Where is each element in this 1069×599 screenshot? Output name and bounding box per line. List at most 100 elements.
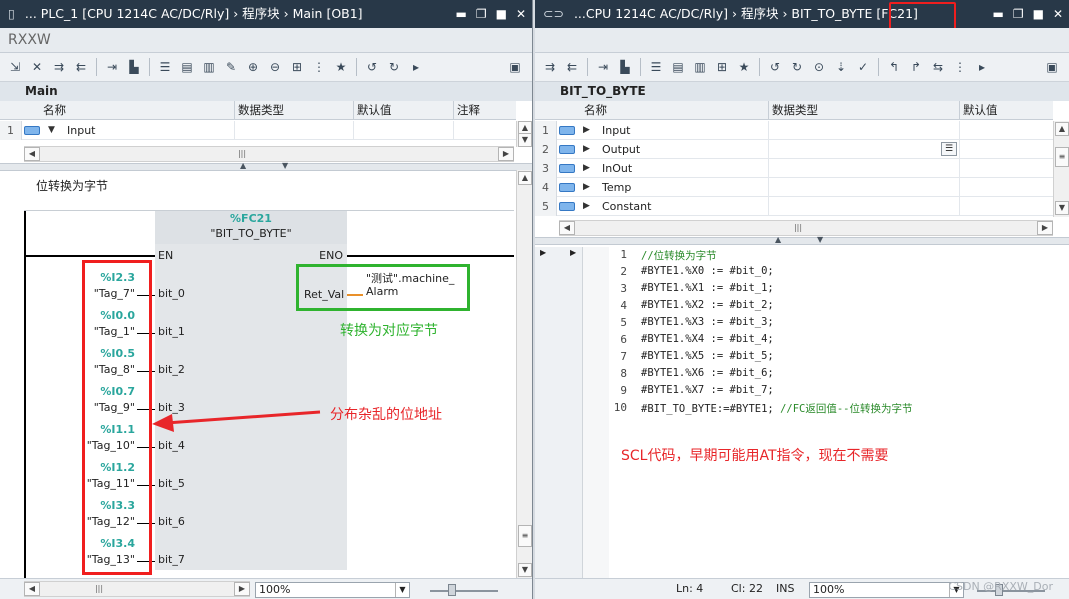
code-line[interactable]: #BYTE1.%X1 := #bit_1; (641, 282, 774, 294)
bookmark-prev-icon[interactable]: ↰ (885, 58, 903, 76)
maximize-icon[interactable]: ■ (1033, 0, 1044, 28)
expand-arrow-icon[interactable]: ▶ (583, 178, 590, 197)
left-tab-label[interactable]: RXXW (0, 28, 532, 53)
code-breakpoint-gutter[interactable] (583, 247, 609, 578)
left-zoom-select[interactable]: 100% ▼ (255, 582, 410, 598)
list-icon[interactable]: ☰ (156, 58, 174, 76)
right-interface-row[interactable]: 2 ▶ Output ☰ (535, 140, 1053, 159)
maximize-icon[interactable]: ■ (496, 0, 507, 28)
expand-arrow-icon[interactable]: ▶ (583, 197, 590, 216)
right-zoom-select[interactable]: 100% ▼ (809, 582, 964, 598)
code-line[interactable]: #BYTE1.%X6 := #bit_6; (641, 367, 774, 379)
close-icon[interactable]: ✕ (1053, 0, 1063, 28)
download-icon[interactable]: ⇥ (594, 58, 612, 76)
grid-icon[interactable]: ▥ (200, 58, 218, 76)
scroll-right-icon[interactable]: ▶ (234, 582, 250, 596)
monitor-off-icon[interactable]: ↻ (385, 58, 403, 76)
right-splitter[interactable]: ▲ ▼ (535, 235, 1069, 245)
compile-icon[interactable]: ⊞ (713, 58, 731, 76)
right-interface-vscroll[interactable]: ▲ ≡ ▼ (1053, 121, 1069, 217)
restore-icon[interactable]: ❐ (476, 0, 487, 28)
monitor-on-icon[interactable]: ↺ (363, 58, 381, 76)
right-interface-row[interactable]: 3 ▶ InOut (535, 159, 1053, 178)
download-icon[interactable]: ⇥ (103, 58, 121, 76)
scroll-down-icon[interactable]: ▼ (518, 133, 532, 147)
outdent-icon[interactable]: ⇇ (72, 58, 90, 76)
left-interface-row[interactable]: 1 ▼ Input (0, 121, 516, 140)
zoom-in-icon[interactable]: ⊕ (244, 58, 262, 76)
scroll-thumb[interactable]: ≡ (518, 525, 532, 547)
right-interface-row[interactable]: 4 ▶ Temp (535, 178, 1053, 197)
zoom-out-icon[interactable]: ⊖ (266, 58, 284, 76)
network-delete-icon[interactable]: ✕ (28, 58, 46, 76)
expand-arrow-icon[interactable]: ▶ (583, 159, 590, 178)
datatype-picker-icon[interactable]: ☰ (941, 142, 957, 156)
scl-code-editor[interactable]: ▶ ▶ 1 //位转换为字节 2 #BYTE1.%X0 := #bit_0; 3… (535, 247, 1069, 578)
scroll-left-icon[interactable]: ◀ (559, 221, 575, 235)
save-layout-icon[interactable]: ▣ (506, 58, 524, 76)
code-line[interactable]: //位转换为字节 (641, 248, 717, 263)
splitter-down-icon[interactable]: ▼ (817, 235, 823, 244)
left-zoom-slider[interactable] (430, 584, 498, 596)
scroll-down-icon[interactable]: ▼ (518, 563, 532, 577)
outdent-icon[interactable]: ⇇ (563, 58, 581, 76)
collapse-arrow-icon[interactable]: ▶ (540, 248, 546, 257)
scroll-left-icon[interactable]: ◀ (24, 147, 40, 161)
pin-icon[interactable]: ▯ (8, 6, 15, 21)
left-interface-hscroll[interactable]: ◀ ||| ▶ (24, 146, 514, 162)
favorites-icon[interactable]: ★ (332, 58, 350, 76)
list-icon[interactable]: ☰ (647, 58, 665, 76)
splitter-down-icon[interactable]: ▼ (282, 161, 288, 170)
grid-icon[interactable]: ▥ (691, 58, 709, 76)
code-line[interactable]: #BIT_TO_BYTE:=#BYTE1; //FC返回值--位转换为字节 (641, 401, 913, 416)
pin-icon[interactable]: ⊂⊃ (543, 6, 564, 21)
code-line[interactable]: #BYTE1.%X3 := #bit_3; (641, 316, 774, 328)
scroll-up-icon[interactable]: ▲ (1055, 122, 1069, 136)
slider-thumb[interactable] (448, 584, 456, 596)
left-editor-vscroll[interactable]: ▲ ≡ ▼ (516, 170, 532, 579)
monitor-icon[interactable]: ▙ (616, 58, 634, 76)
restore-icon[interactable]: ❐ (1013, 0, 1024, 28)
scroll-thumb[interactable]: ≡ (1055, 147, 1069, 167)
right-interface-row[interactable]: 5 ▶ Constant (535, 197, 1053, 216)
indent-icon[interactable]: ⇉ (541, 58, 559, 76)
bookmark-next-icon[interactable]: ↱ (907, 58, 925, 76)
scroll-right-icon[interactable]: ▶ (1037, 221, 1053, 235)
breakpoint-icon[interactable]: ⊙ (810, 58, 828, 76)
comment-icon[interactable]: ✎ (222, 58, 240, 76)
expand-arrow-icon[interactable]: ▶ (583, 140, 590, 159)
scroll-grip-icon[interactable]: ||| (233, 149, 251, 159)
monitor-off-icon[interactable]: ↻ (788, 58, 806, 76)
code-line[interactable]: #BYTE1.%X7 := #bit_7; (641, 384, 774, 396)
left-editor-hscroll[interactable]: ◀ ||| ▶ (24, 581, 250, 597)
code-line[interactable]: #BYTE1.%X5 := #bit_5; (641, 350, 774, 362)
chevron-down-icon[interactable]: ▼ (395, 583, 409, 597)
splitter-up-icon[interactable]: ▲ (240, 161, 246, 170)
minimize-icon[interactable]: ▬ (455, 0, 466, 28)
settings-icon[interactable]: ⋮ (951, 58, 969, 76)
collapse-arrow-icon[interactable]: ▶ (570, 248, 576, 257)
more-icon[interactable]: ▸ (407, 58, 425, 76)
monitor-icon[interactable]: ▙ (125, 58, 143, 76)
bookmark-list-icon[interactable]: ⇆ (929, 58, 947, 76)
splitter-up-icon[interactable]: ▲ (775, 235, 781, 244)
more-icon[interactable]: ▸ (973, 58, 991, 76)
save-layout-icon[interactable]: ▣ (1043, 58, 1061, 76)
scroll-grip-icon[interactable]: ||| (789, 223, 807, 233)
step-icon[interactable]: ⇣ (832, 58, 850, 76)
scroll-left-icon[interactable]: ◀ (24, 582, 40, 596)
monitor-on-icon[interactable]: ↺ (766, 58, 784, 76)
close-icon[interactable]: ✕ (516, 0, 526, 28)
expand-arrow-icon[interactable]: ▼ (48, 121, 55, 140)
code-line[interactable]: #BYTE1.%X4 := #bit_4; (641, 333, 774, 345)
left-interface-vscroll[interactable]: ▲ ▼ (516, 121, 532, 147)
code-line[interactable]: #BYTE1.%X2 := #bit_2; (641, 299, 774, 311)
network-insert-icon[interactable]: ⇲ (6, 58, 24, 76)
right-interface-hscroll[interactable]: ◀ ||| ▶ (559, 220, 1053, 236)
layout-icon[interactable]: ⊞ (288, 58, 306, 76)
table-icon[interactable]: ▤ (178, 58, 196, 76)
minimize-icon[interactable]: ▬ (992, 0, 1003, 28)
scroll-grip-icon[interactable]: ||| (90, 584, 108, 594)
scroll-down-icon[interactable]: ▼ (1055, 201, 1069, 215)
favorites-icon[interactable]: ★ (735, 58, 753, 76)
